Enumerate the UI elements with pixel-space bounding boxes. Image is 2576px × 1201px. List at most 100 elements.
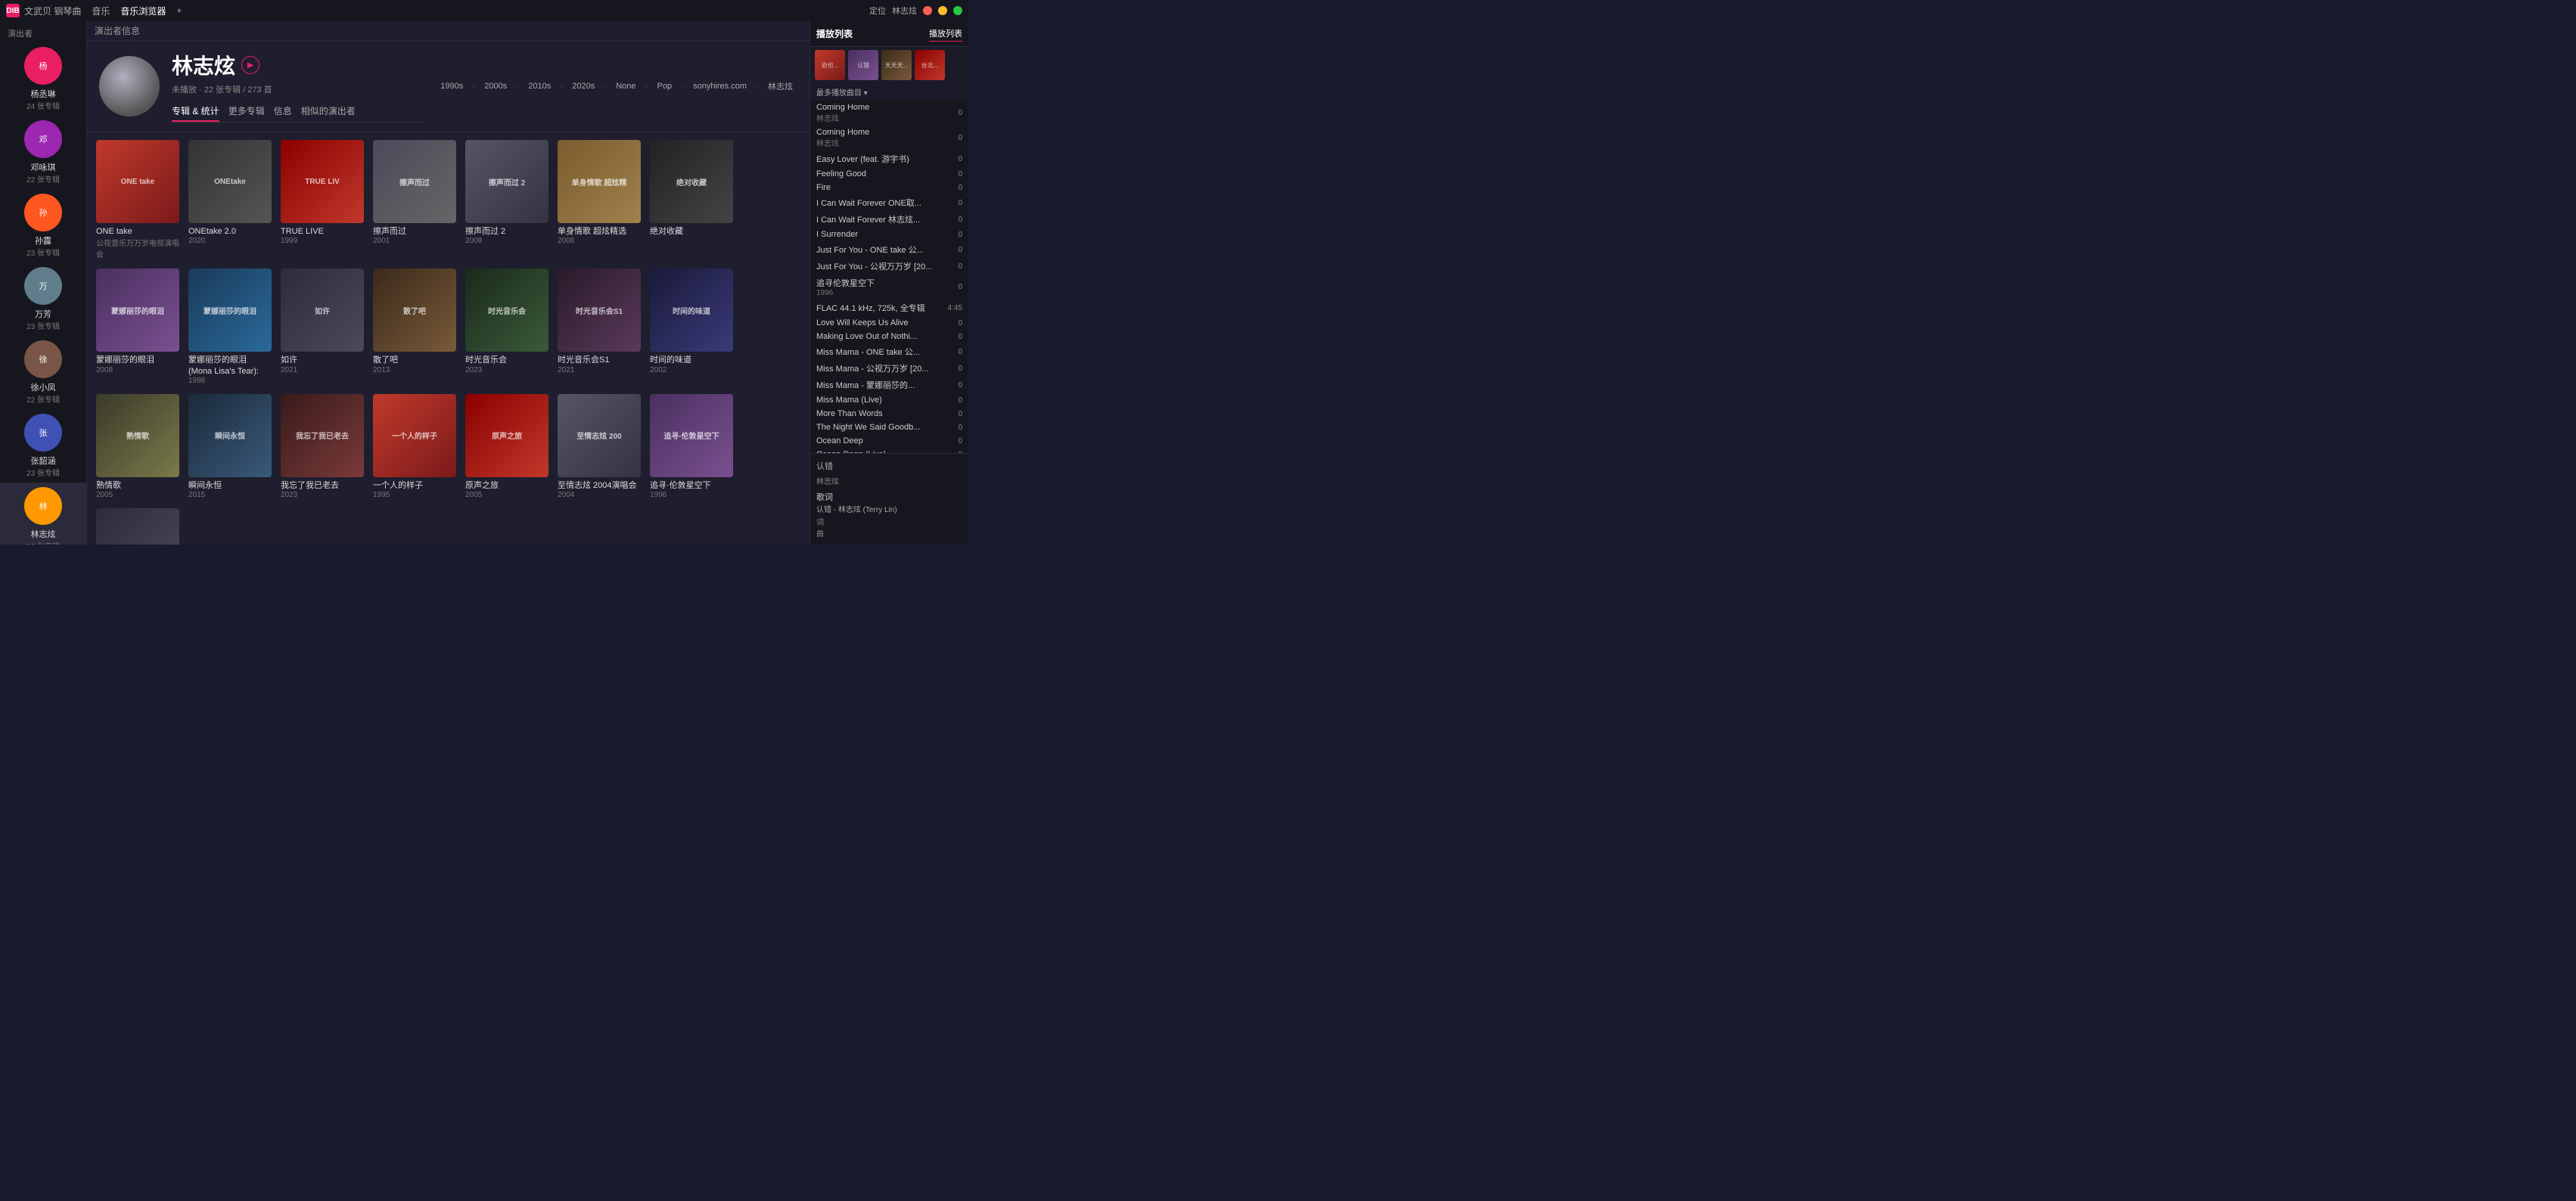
tab-more-albums[interactable]: 更多专辑 [228, 101, 265, 122]
album-year-7: 2008 [96, 366, 179, 374]
album-title-13: 时间的味道 [650, 355, 733, 365]
playlist-item-13[interactable]: Making Love Out of Nothi...0 [810, 330, 968, 343]
album-item-10[interactable]: 散了吧散了吧2013 [373, 268, 456, 385]
nav-add[interactable]: + [176, 5, 182, 16]
album-cover-21: 醉梦前生 [96, 508, 179, 545]
nav-browser[interactable]: 音乐浏览器 [120, 5, 166, 17]
album-item-1[interactable]: ONEtake ONEtake 2.02020 [188, 140, 272, 259]
album-item-17[interactable]: 一个人的样子一个人的样子1995 [373, 394, 456, 499]
playlist-item-duration-5: 0 [958, 199, 962, 207]
locate-btn[interactable]: 定位 [869, 5, 886, 17]
sidebar-artist-4[interactable]: 徐徐小凤22 张专辑 [0, 336, 86, 409]
artist-name-6: 林志炫 [26, 528, 60, 540]
album-item-20[interactable]: 追寻·伦敦星空下追寻·伦敦星空下1996 [650, 394, 733, 499]
sidebar-artist-1[interactable]: 邓邓咏琪22 张专辑 [0, 116, 86, 189]
playlist-item-duration-9: 0 [958, 262, 962, 271]
sub-nav-item-0[interactable]: 演出者信息 [95, 24, 140, 37]
filter-pop[interactable]: Pop [653, 80, 677, 92]
playlist-item-duration-16: 0 [958, 381, 962, 389]
album-item-2[interactable]: TRUE LIVTRUE LIVE1999 [281, 140, 364, 259]
album-title-5: 单身情歌 超炫精选 [558, 226, 641, 237]
album-item-3[interactable]: 擦声而过擦声而过2001 [373, 140, 456, 259]
title-bar-nav: 文武贝 钢琴曲 音乐 音乐浏览器 + [24, 5, 182, 17]
minimize-window-btn[interactable] [938, 6, 947, 15]
album-item-18[interactable]: 原声之旅原声之旅2005 [465, 394, 548, 499]
playlist-thumb-2[interactable]: 天天天... [881, 50, 912, 80]
right-tab-playlist[interactable]: 播放列表 [929, 26, 962, 42]
playlist-item-1[interactable]: Coming Home林志炫0 [810, 126, 968, 151]
playlist-item-17[interactable]: Miss Mama (Live)0 [810, 393, 968, 407]
playlist-item-15[interactable]: Miss Mama - 公视万万岁 [20...0 [810, 360, 968, 377]
filter-none[interactable]: None [611, 80, 640, 92]
close-window-btn[interactable] [923, 6, 932, 15]
album-item-6[interactable]: 绝对收藏绝对收藏 [650, 140, 733, 259]
sidebar-artist-6[interactable]: 林林志炫22 张专辑 [0, 483, 86, 545]
filter-2000s[interactable]: 2000s [480, 80, 511, 92]
playlist-item-5[interactable]: I Can Wait Forever ONE取...0 [810, 194, 968, 211]
playlist-item-21[interactable]: Ocean Deep (Live)0 [810, 448, 968, 453]
nav-music[interactable]: 音乐 [92, 5, 110, 17]
filter-2020s[interactable]: 2020s [567, 80, 599, 92]
play-artist-btn[interactable]: ▶ [241, 56, 259, 74]
playlist-item-duration-13: 0 [958, 333, 962, 341]
album-item-13[interactable]: 时间的味道时间的味道2002 [650, 268, 733, 385]
album-item-5[interactable]: 单身情歌 超炫精单身情歌 超炫精选2008 [558, 140, 641, 259]
filter-1990s[interactable]: 1990s [436, 80, 468, 92]
playlist-item-4[interactable]: Fire0 [810, 181, 968, 194]
tab-similar[interactable]: 相似的演出者 [301, 101, 356, 122]
playlist-item-3[interactable]: Feeling Good0 [810, 167, 968, 181]
sidebar-artist-2[interactable]: 孙孙露23 张专辑 [0, 189, 86, 262]
playlist-item-2[interactable]: Easy Lover (feat. 游宇书)0 [810, 151, 968, 167]
playlist-item-12[interactable]: Love Will Keeps Us Alive0 [810, 316, 968, 330]
sidebar-artist-5[interactable]: 张张韶涵23 张专辑 [0, 409, 86, 483]
playlist-item-sub-10: 1996 [816, 289, 955, 297]
playlist-item-16[interactable]: Miss Mama - 蒙娜丽莎的...0 [810, 377, 968, 393]
filter-sonyhires[interactable]: sonyhires.com [688, 80, 751, 92]
album-item-16[interactable]: 我忘了我已老去我忘了我已老去2023 [281, 394, 364, 499]
playlist-thumb-1[interactable]: 认错 [848, 50, 878, 80]
playlist-item-0[interactable]: Coming Home林志炫0 [810, 101, 968, 126]
filter-linzhixuan[interactable]: 林志炫 [763, 79, 797, 94]
filter-2010s[interactable]: 2010s [524, 80, 555, 92]
playlist-item-duration-0: 0 [958, 109, 962, 117]
artist-sub-2: 23 张专辑 [26, 247, 60, 258]
album-item-21[interactable]: 醉梦前生醉梦前生2019 [96, 508, 179, 545]
artist-header: 林志炫 ▶ 未播放 · 22 张专辑 / 273 首 专辑 & 统计 更多专辑 … [87, 41, 809, 132]
album-item-14[interactable]: 熟情歌熟情歌2005 [96, 394, 179, 499]
playlist-item-7[interactable]: I Surrender0 [810, 228, 968, 241]
album-item-15[interactable]: 瞬间永恒瞬间永恒2015 [188, 394, 272, 499]
album-item-8[interactable]: 蒙娜丽莎的眼泪 蒙娜丽莎的眼泪 (Mona Lisa's Tear):1998 [188, 268, 272, 385]
sidebar-artist-3[interactable]: 万万芳23 张专辑 [0, 262, 86, 336]
album-item-4[interactable]: 擦声而过 2擦声而过 22008 [465, 140, 548, 259]
maximize-window-btn[interactable] [953, 6, 962, 15]
playlist-section-header[interactable]: 最多播放曲目 ▾ [810, 83, 968, 101]
nav-wuwei[interactable]: 文武贝 钢琴曲 [24, 5, 81, 17]
playlist-item-19[interactable]: The Night We Said Goodb...0 [810, 421, 968, 434]
playlist-thumb-text-0: 迫也... [822, 61, 839, 70]
playlist-item-6[interactable]: I Can Wait Forever 林志炫...0 [810, 211, 968, 228]
album-item-19[interactable]: 至情志炫 200至情志炫 2004演唱会2004 [558, 394, 641, 499]
album-cover-13: 时间的味道 [650, 268, 733, 352]
playlist-item-18[interactable]: More Than Words0 [810, 407, 968, 421]
playlist-item-11[interactable]: FLAC 44.1 kHz, 725k, 全专辑4:45 [810, 299, 968, 316]
album-item-9[interactable]: 如许如许2021 [281, 268, 364, 385]
playlist-item-14[interactable]: Miss Mama - ONE take 公...0 [810, 343, 968, 360]
album-cover-inner-0: ONE take [96, 140, 179, 223]
playlist-thumb-0[interactable]: 迫也... [815, 50, 845, 80]
playlist-item-9[interactable]: Just For You - 公视万万岁 [20...0 [810, 258, 968, 275]
artist-name-title[interactable]: 林志炫 [892, 5, 917, 17]
album-item-7[interactable]: 蒙娜丽莎的眼泪蒙娜丽莎的眼泪2008 [96, 268, 179, 385]
tab-albums[interactable]: 专辑 & 统计 [172, 101, 219, 122]
playlist-item-8[interactable]: Just For You - ONE take 公...0 [810, 241, 968, 258]
album-item-12[interactable]: 时光音乐会S1时光音乐会S12021 [558, 268, 641, 385]
sidebar-artist-0[interactable]: 杨杨丞琳24 张专辑 [0, 42, 86, 116]
tab-info[interactable]: 信息 [274, 101, 292, 122]
playlist-item-10[interactable]: 追寻伦敦星空下19960 [810, 275, 968, 299]
album-item-0[interactable]: ONE takeONE take公视音乐万万岁电视演唱会 [96, 140, 179, 259]
artist-info-2: 孙露23 张专辑 [26, 234, 60, 258]
album-title-3: 擦声而过 [373, 226, 456, 237]
playlist-thumb-3[interactable]: 台北... [915, 50, 945, 80]
playlist-item-20[interactable]: Ocean Deep0 [810, 434, 968, 448]
right-panel-header: 播放列表 播放列表 [810, 21, 968, 47]
album-item-11[interactable]: 时光音乐会时光音乐会2023 [465, 268, 548, 385]
